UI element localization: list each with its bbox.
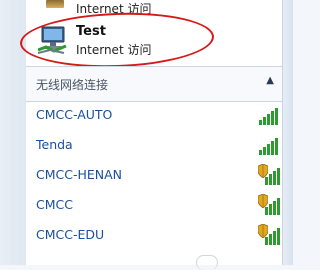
wireless-section-header[interactable]: 无线网络连接 ▲ <box>26 66 282 102</box>
wifi-name: CMCC-AUTO <box>36 107 113 122</box>
signal-bars-icon <box>259 108 278 125</box>
scrollbar-track[interactable] <box>282 0 293 265</box>
signal-bars-icon <box>259 138 278 155</box>
connection-item-top[interactable]: Internet 访问 <box>26 0 282 16</box>
wifi-name: CMCC-EDU <box>36 227 105 242</box>
connection-item-test[interactable]: Test Internet 访问 <box>26 18 282 62</box>
connection-status: Internet 访问 <box>76 43 152 57</box>
wifi-name: Tenda <box>36 137 73 152</box>
wifi-network-item[interactable]: CMCC-AUTO <box>26 100 282 130</box>
chevron-up-icon[interactable]: ▲ <box>266 75 274 86</box>
wifi-network-item[interactable]: CMCC-HENAN <box>26 160 282 190</box>
network-monitor-icon <box>38 26 67 54</box>
wifi-name: CMCC-HENAN <box>36 167 123 182</box>
left-border-strip <box>0 0 27 265</box>
wifi-network-item[interactable]: Tenda <box>26 130 282 160</box>
network-monitor-icon <box>46 0 64 8</box>
security-shield-icon <box>258 164 268 178</box>
partial-item-icon <box>196 255 218 270</box>
security-shield-icon <box>258 224 268 238</box>
wifi-network-item[interactable]: CMCC-EDU <box>26 220 282 250</box>
network-name: Test <box>76 24 106 39</box>
wifi-name: CMCC <box>36 197 73 212</box>
section-title: 无线网络连接 <box>36 78 109 92</box>
connection-status: Internet 访问 <box>76 2 152 16</box>
wifi-network-item[interactable]: CMCC <box>26 190 282 220</box>
security-shield-icon <box>258 194 268 208</box>
